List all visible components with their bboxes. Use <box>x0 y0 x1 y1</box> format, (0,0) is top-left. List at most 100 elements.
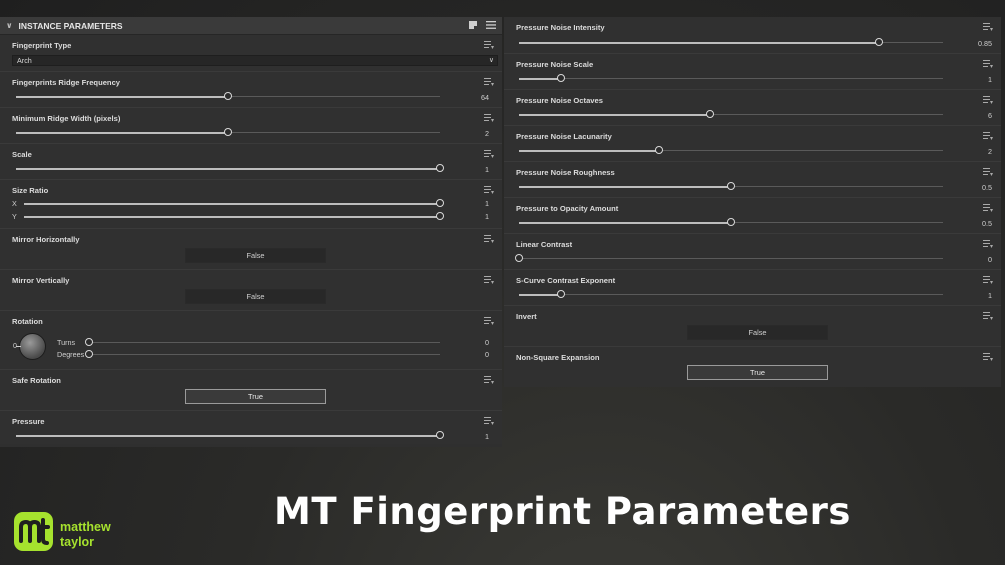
param-non-square-expansion: Non-Square Expansion True <box>504 347 1001 387</box>
safe-rotation-toggle[interactable]: True <box>185 389 326 404</box>
mirror-vertically-toggle[interactable]: False <box>185 289 326 304</box>
param-menu-icon[interactable] <box>484 150 494 158</box>
param-menu-icon[interactable] <box>983 276 993 284</box>
param-menu-icon[interactable] <box>983 312 993 320</box>
slider-handle[interactable] <box>85 350 93 358</box>
param-label: Safe Rotation <box>12 376 61 385</box>
slider-handle[interactable] <box>85 338 93 346</box>
pressure-slider[interactable] <box>16 431 444 439</box>
size-ratio-y-slider[interactable] <box>24 212 444 220</box>
param-menu-icon[interactable] <box>484 41 494 49</box>
slider-handle[interactable] <box>436 164 444 172</box>
slider-handle[interactable] <box>224 128 232 136</box>
param-value[interactable]: 2 <box>449 129 489 138</box>
param-menu-icon[interactable] <box>484 276 494 284</box>
param-value[interactable]: 0.85 <box>952 39 992 48</box>
param-value[interactable]: 0.5 <box>952 183 992 192</box>
min-ridge-width-slider[interactable] <box>16 128 440 136</box>
param-value[interactable]: 0 <box>449 338 489 347</box>
param-menu-icon[interactable] <box>484 317 494 325</box>
param-noise-scale: Pressure Noise Scale 1 <box>504 54 1001 90</box>
param-menu-icon[interactable] <box>983 168 993 176</box>
param-value[interactable]: 0 <box>449 350 489 359</box>
slider-handle[interactable] <box>515 254 523 262</box>
opacity-amount-slider[interactable] <box>519 218 943 226</box>
param-menu-icon[interactable] <box>484 114 494 122</box>
slider-handle[interactable] <box>224 92 232 100</box>
param-value[interactable]: 64 <box>449 93 489 102</box>
param-value[interactable]: 1 <box>449 199 489 208</box>
param-value[interactable]: 1 <box>952 75 992 84</box>
param-label: Pressure Noise Lacunarity <box>516 132 612 141</box>
rotation-turns-slider[interactable] <box>85 338 440 346</box>
param-menu-icon[interactable] <box>983 240 993 248</box>
preset-icon[interactable] <box>468 20 478 30</box>
param-label: Minimum Ridge Width (pixels) <box>12 114 121 123</box>
param-value[interactable]: 1 <box>449 165 489 174</box>
rotation-degrees-slider[interactable] <box>85 350 440 358</box>
slider-handle[interactable] <box>705 110 714 118</box>
param-value[interactable]: 1 <box>449 212 489 221</box>
non-square-expansion-toggle[interactable]: True <box>687 365 828 380</box>
mirror-horizontally-toggle[interactable]: False <box>185 248 326 263</box>
slider-handle[interactable] <box>727 218 735 226</box>
noise-octaves-slider[interactable] <box>519 110 943 118</box>
invert-toggle[interactable]: False <box>687 325 828 340</box>
param-linear-contrast: Linear Contrast 0 <box>504 234 1001 270</box>
param-safe-rotation: Safe Rotation True <box>0 370 502 411</box>
instance-parameters-header[interactable]: ∨ INSTANCE PARAMETERS <box>0 17 502 35</box>
slider-handle[interactable] <box>557 74 566 82</box>
param-value[interactable]: 1 <box>952 291 992 300</box>
param-pressure: Pressure 1 <box>0 411 502 444</box>
scurve-exponent-slider[interactable] <box>519 290 943 298</box>
scale-slider[interactable] <box>16 164 444 172</box>
param-label: Size Ratio <box>12 186 49 195</box>
param-value[interactable]: 1 <box>449 432 489 441</box>
param-noise-lacunarity: Pressure Noise Lacunarity 2 <box>504 126 1001 162</box>
slider-handle[interactable] <box>727 182 735 190</box>
param-menu-icon[interactable] <box>983 96 993 104</box>
param-menu-icon[interactable] <box>484 376 494 384</box>
left-panel: ∨ INSTANCE PARAMETERS Fingerprint Type A… <box>0 17 502 447</box>
ridge-frequency-slider[interactable] <box>16 92 440 100</box>
noise-scale-slider[interactable] <box>519 74 943 82</box>
param-value[interactable]: 0 <box>952 255 992 264</box>
param-menu-icon[interactable] <box>484 235 494 243</box>
slider-handle[interactable] <box>875 38 884 46</box>
dial-value: 0 <box>13 343 17 350</box>
chevron-down-icon[interactable]: ∨ <box>6 21 13 30</box>
slider-handle[interactable] <box>436 199 444 207</box>
slider-handle[interactable] <box>654 146 663 154</box>
param-menu-icon[interactable] <box>983 23 993 31</box>
rotation-dial[interactable] <box>16 333 46 360</box>
fingerprint-type-select[interactable]: Arch ∨ <box>12 55 498 66</box>
param-menu-icon[interactable] <box>484 186 494 194</box>
param-noise-roughness: Pressure Noise Roughness 0.5 <box>504 162 1001 198</box>
param-menu-icon[interactable] <box>983 353 993 361</box>
param-invert: Invert False <box>504 306 1001 347</box>
menu-lines-icon[interactable] <box>486 20 496 30</box>
size-ratio-x-slider[interactable] <box>24 199 444 207</box>
axis-label-y: Y <box>12 212 17 221</box>
param-value[interactable]: 2 <box>952 147 992 156</box>
param-value[interactable]: 6 <box>952 111 992 120</box>
param-menu-icon[interactable] <box>484 417 494 425</box>
param-opacity-amount: Pressure to Opacity Amount 0.5 <box>504 198 1001 234</box>
noise-lacunarity-slider[interactable] <box>519 146 943 154</box>
noise-intensity-slider[interactable] <box>519 38 943 46</box>
param-label: Fingerprint Type <box>12 41 72 50</box>
param-menu-icon[interactable] <box>983 60 993 68</box>
param-noise-octaves: Pressure Noise Octaves 6 <box>504 90 1001 126</box>
param-menu-icon[interactable] <box>484 78 494 86</box>
param-value[interactable]: 0.5 <box>952 219 992 228</box>
param-ridge-frequency: Fingerprints Ridge Frequency 64 <box>0 72 502 108</box>
degrees-label: Degrees <box>57 350 85 359</box>
slider-handle[interactable] <box>436 431 444 439</box>
param-label: Pressure Noise Intensity <box>516 23 605 32</box>
param-menu-icon[interactable] <box>983 132 993 140</box>
slider-handle[interactable] <box>557 290 566 298</box>
param-menu-icon[interactable] <box>983 204 993 212</box>
linear-contrast-slider[interactable] <box>515 254 943 262</box>
slider-handle[interactable] <box>436 212 444 220</box>
noise-roughness-slider[interactable] <box>519 182 943 190</box>
